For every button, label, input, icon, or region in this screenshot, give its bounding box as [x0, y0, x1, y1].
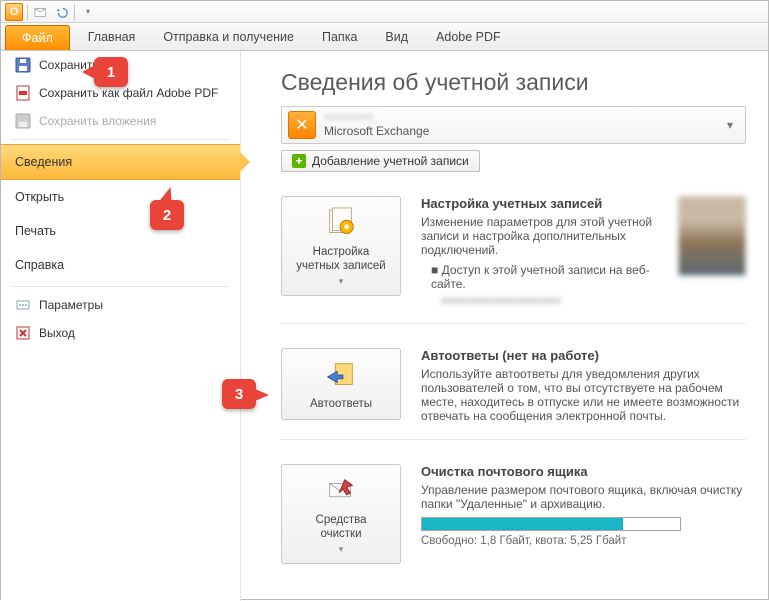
button-label: Средства очистки	[316, 513, 367, 542]
account-settings-icon	[324, 207, 358, 241]
button-label: Автоответы	[310, 397, 372, 411]
auto-replies-icon	[324, 359, 358, 393]
sidebar-item-label: Открыть	[15, 190, 64, 204]
add-account-button[interactable]: + Добавление учетной записи	[281, 150, 480, 172]
cleanup-icon	[324, 475, 358, 509]
tab-home[interactable]: Главная	[74, 23, 150, 50]
sidebar-item-label: Параметры	[39, 298, 103, 312]
button-label: Настройка учетных записей	[296, 245, 385, 274]
backstage-content: Сведения об учетной записи ✕ xxxxxxxxx M…	[241, 51, 768, 601]
backstage-sidebar: Сохранить Сохранить как файл Adobe PDF С…	[1, 51, 241, 601]
save-icon	[15, 57, 31, 73]
sidebar-item-print[interactable]: Печать	[1, 214, 240, 248]
sidebar-item-label: Выход	[39, 326, 75, 340]
qat-undo-icon[interactable]	[52, 3, 70, 21]
storage-bar	[421, 517, 681, 531]
sidebar-item-save-attachments: Сохранить вложения	[1, 107, 240, 135]
account-email: xxxxxxxxx	[324, 111, 713, 124]
user-avatar	[678, 196, 746, 276]
sidebar-item-label: Сохранить вложения	[39, 114, 156, 128]
add-account-label: Добавление учетной записи	[312, 154, 469, 168]
sidebar-item-label: Печать	[15, 224, 56, 238]
sidebar-item-options[interactable]: Параметры	[1, 291, 240, 319]
page-title: Сведения об учетной записи	[281, 69, 746, 96]
sidebar-item-info[interactable]: Сведения	[1, 144, 240, 180]
cleanup-tools-button[interactable]: Средства очистки ▾	[281, 464, 401, 564]
section-header: Очистка почтового ящика	[421, 464, 746, 479]
pdf-icon	[15, 85, 31, 101]
quick-access-toolbar: O ▾	[1, 1, 768, 23]
annotation-1: 1	[94, 57, 128, 87]
exit-icon	[15, 325, 31, 341]
section-auto-replies: Автоответы Автоответы (нет на работе) Ис…	[281, 324, 746, 440]
section-body: Управление размером почтового ящика, вкл…	[421, 483, 746, 511]
account-type: Microsoft Exchange	[324, 124, 713, 138]
chevron-down-icon: ▾	[339, 276, 344, 287]
plus-icon: +	[292, 154, 306, 168]
section-header: Автоответы (нет на работе)	[421, 348, 746, 363]
tab-adobe-pdf[interactable]: Adobe PDF	[422, 23, 515, 50]
sidebar-item-exit[interactable]: Выход	[1, 319, 240, 347]
tab-send-receive[interactable]: Отправка и получение	[149, 23, 308, 50]
auto-replies-button[interactable]: Автоответы	[281, 348, 401, 420]
section-header: Настройка учетных записей	[421, 196, 658, 211]
storage-text: Свободно: 1,8 Гбайт, квота: 5,25 Гбайт	[421, 535, 746, 547]
section-link[interactable]: xxxxxxxxxxxxxxxxxxxx	[421, 293, 658, 307]
sidebar-item-open[interactable]: Открыть	[1, 180, 240, 214]
section-body: Используйте автоответы для уведомления д…	[421, 367, 746, 423]
attachment-icon	[15, 113, 31, 129]
app-icon[interactable]: O	[5, 3, 23, 21]
section-body: Изменение параметров для этой учетной за…	[421, 215, 658, 257]
exchange-icon: ✕	[288, 111, 316, 139]
section-subtext: ■ Доступ к этой учетной записи на веб-са…	[421, 263, 658, 291]
account-settings-button[interactable]: Настройка учетных записей ▾	[281, 196, 401, 296]
qat-send-receive-icon[interactable]	[32, 3, 50, 21]
options-icon	[15, 297, 31, 313]
sidebar-item-label: Справка	[15, 258, 64, 272]
chevron-down-icon: ▾	[339, 544, 344, 555]
section-cleanup: Средства очистки ▾ Очистка почтового ящи…	[281, 440, 746, 580]
account-selector[interactable]: ✕ xxxxxxxxx Microsoft Exchange ▾	[281, 106, 746, 144]
annotation-2: 2	[150, 200, 184, 230]
tab-folder[interactable]: Папка	[308, 23, 371, 50]
tab-view[interactable]: Вид	[371, 23, 422, 50]
qat-customize-icon[interactable]: ▾	[79, 3, 97, 21]
sidebar-item-label: Сведения	[15, 155, 72, 169]
tab-file[interactable]: Файл	[5, 25, 70, 50]
chevron-down-icon[interactable]: ▾	[721, 118, 739, 132]
sidebar-item-help[interactable]: Справка	[1, 248, 240, 282]
annotation-3: 3	[222, 379, 256, 409]
section-account-settings: Настройка учетных записей ▾ Настройка уч…	[281, 172, 746, 324]
ribbon-tabs: Файл Главная Отправка и получение Папка …	[1, 23, 768, 51]
sidebar-item-label: Сохранить как файл Adobe PDF	[39, 86, 218, 100]
